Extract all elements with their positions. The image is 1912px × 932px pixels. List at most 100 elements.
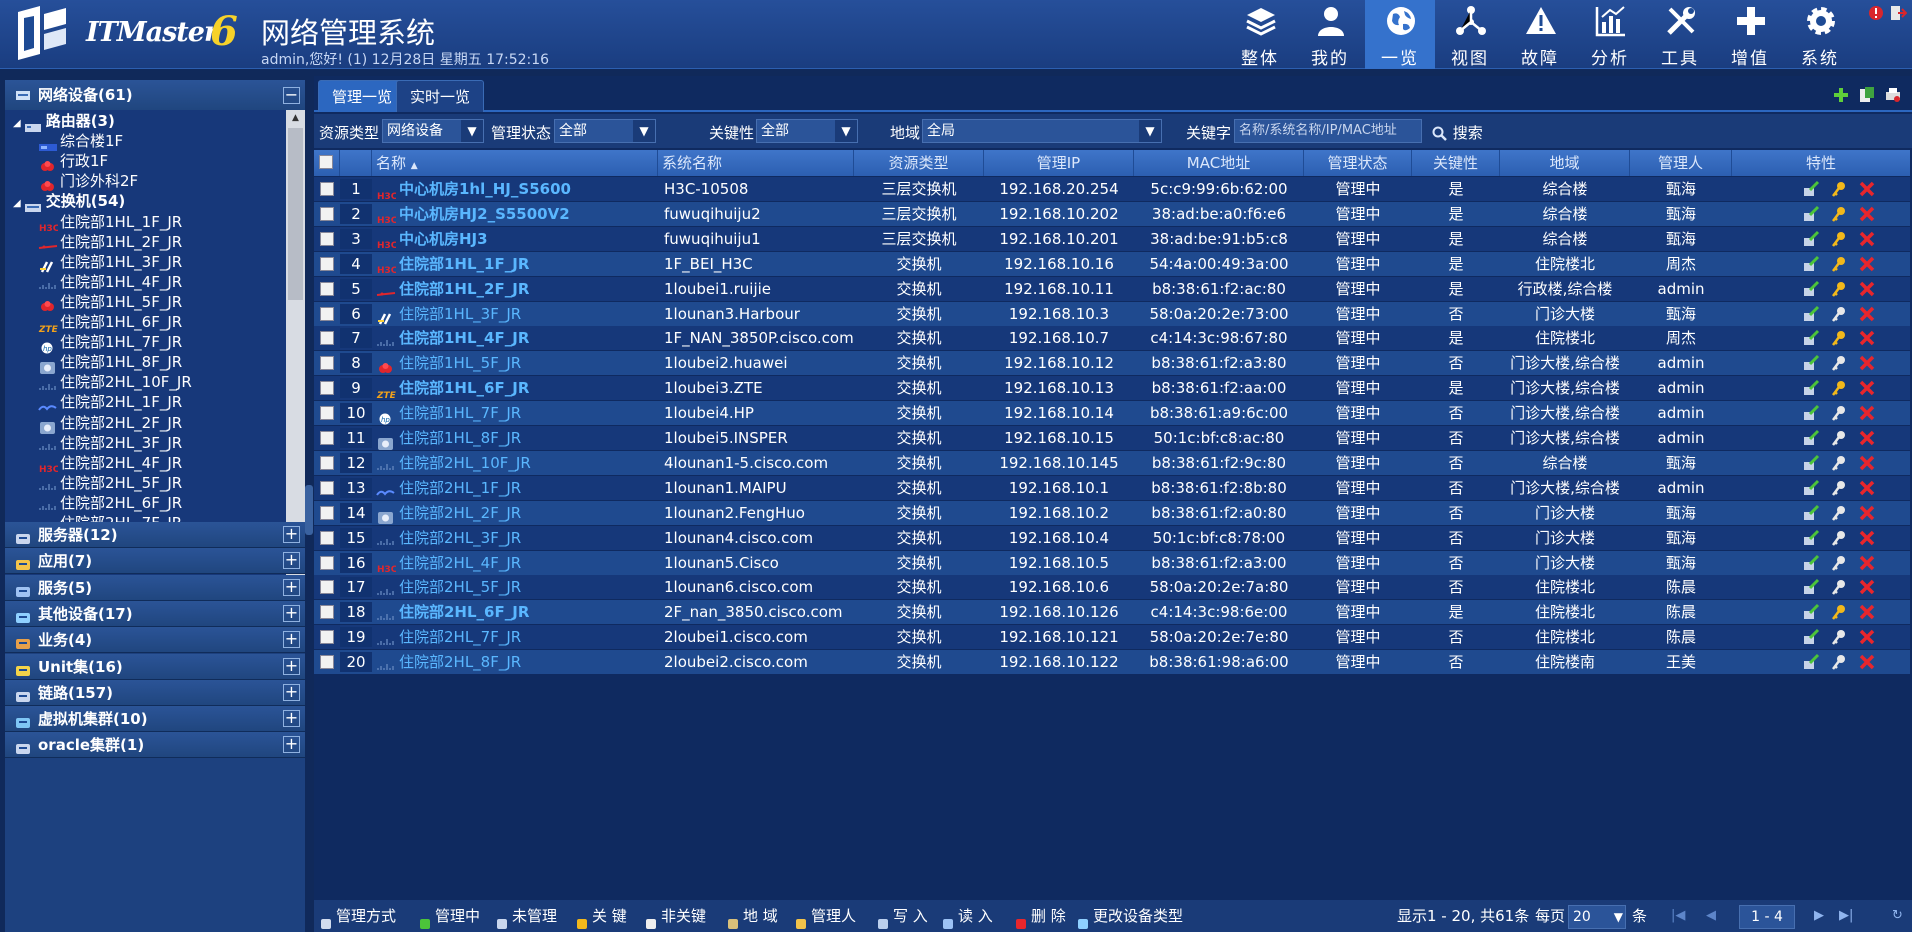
prev-page-icon[interactable]: ◀ [1706,900,1716,932]
per-page-select[interactable]: 20 ▼ [1568,905,1626,929]
key-icon[interactable] [1830,653,1848,671]
sidebar-section[interactable]: 链路(157) + [5,679,305,706]
row-checkbox[interactable] [320,431,334,445]
refresh-icon[interactable]: ↻ [1892,900,1903,932]
search-button[interactable]: 搜索 [1432,122,1483,143]
row-checkbox[interactable] [320,231,334,246]
table-row[interactable]: 12 住院部2HL_10F_JR 4lounan1-5.cisco.com 交换机 19… [314,450,1910,475]
table-row[interactable]: 5 住院部1HL_2F_JR 1loubei1.ruijie 交换机 192.168.1… [314,276,1910,301]
key-icon[interactable] [1830,603,1848,621]
toolbar-button[interactable]: 未管理 [495,900,557,932]
col-name[interactable]: 名称 ▲ [372,150,658,176]
device-name-link[interactable]: 中心机房HJ2_S5500V2 [399,205,570,223]
select-all-checkbox[interactable] [319,155,333,169]
expand-button[interactable]: + [283,657,300,675]
expand-triangle-icon[interactable]: ◢ [13,198,21,209]
table-row[interactable]: 3 H3C 中心机房HJ3 fuwuqihuiju1 三层交换机 192.168.10.2… [314,226,1910,251]
device-name-link[interactable]: 住院部2HL_6F_JR [399,603,529,621]
delete-icon[interactable] [1858,628,1876,646]
col-mac[interactable]: MAC地址 [1134,150,1304,176]
tab-manage-list[interactable]: 管理一览 [318,80,407,112]
key-icon[interactable] [1830,230,1848,248]
critical-select[interactable]: 全部 ▼ [756,119,858,143]
expand-button[interactable]: + [283,604,300,622]
delete-icon[interactable] [1858,379,1876,397]
device-name-link[interactable]: 住院部2HL_7F_JR [399,628,521,646]
delete-icon[interactable] [1858,255,1876,273]
key-icon[interactable] [1830,554,1848,572]
expand-button[interactable]: + [283,631,300,649]
table-row[interactable]: 10 hp 住院部1HL_7F_JR 1loubei4.HP 交换机 192.168.10… [314,401,1910,426]
export-icon[interactable] [1858,86,1876,104]
expand-button[interactable]: + [283,683,300,701]
table-row[interactable]: 4 H3C 住院部1HL_1F_JR 1F_BEI_H3C 交换机 192.168.10.… [314,251,1910,276]
table-row[interactable]: 18 住院部2HL_6F_JR 2F_nan_3850.cisco.com 交换机 19… [314,600,1910,625]
device-name-link[interactable]: 住院部2HL_1F_JR [399,479,521,497]
col-critical[interactable]: 关键性 [1412,150,1500,176]
manage-state-select[interactable]: 全部 ▼ [554,119,656,143]
delete-icon[interactable] [1858,205,1876,223]
delete-icon[interactable] [1858,429,1876,447]
delete-icon[interactable] [1858,354,1876,372]
nav-list[interactable]: 一览 [1365,0,1435,69]
sidebar-section[interactable]: 业务(4) + [5,627,305,654]
col-sys-name[interactable]: 系统名称 [658,150,854,176]
row-checkbox[interactable] [320,306,334,321]
row-checkbox[interactable] [320,630,334,645]
table-row[interactable]: 19 住院部2HL_7F_JR 2loubei1.cisco.com 交换机 192.1… [314,625,1910,650]
edit-icon[interactable] [1802,578,1820,596]
table-row[interactable]: 6 住院部1HL_3F_JR 1lounan3.Harbour 交换机 192.168.… [314,301,1910,326]
device-name-link[interactable]: 住院部1HL_1F_JR [399,255,529,273]
delete-icon[interactable] [1858,554,1876,572]
row-checkbox[interactable] [320,655,334,670]
edit-icon[interactable] [1802,404,1820,422]
delete-icon[interactable] [1858,280,1876,298]
delete-icon[interactable] [1858,603,1876,621]
edit-icon[interactable] [1802,554,1820,572]
delete-icon[interactable] [1858,504,1876,522]
row-checkbox[interactable] [320,331,334,346]
sidebar-section[interactable]: 应用(7) + [5,548,305,575]
expand-triangle-icon[interactable]: ◢ [13,118,21,129]
sidebar-section-network[interactable]: 网络设备(61) − [5,80,305,111]
resource-type-select[interactable]: 网络设备 ▼ [382,119,484,143]
toolbar-button[interactable]: 非关键 [644,900,706,932]
toolbar-button[interactable]: 关 键 [575,900,627,932]
device-name-link[interactable]: 住院部1HL_5F_JR [399,354,521,372]
tab-realtime-list[interactable]: 实时一览 [396,80,485,112]
sidebar-section[interactable]: Unit集(16) + [5,653,305,680]
row-checkbox[interactable] [320,182,334,196]
edit-icon[interactable] [1802,653,1820,671]
table-row[interactable]: 14 住院部2HL_2F_JR 1lounan2.FengHuo 交换机 192.168… [314,500,1910,525]
first-page-icon[interactable]: |◀ [1671,900,1685,932]
device-name-link[interactable]: 住院部2HL_5F_JR [399,578,521,596]
col-ip[interactable]: 管理IP [984,150,1134,176]
device-name-link[interactable]: 住院部1HL_8F_JR [399,429,521,447]
device-name-link[interactable]: 住院部2HL_4F_JR [399,554,521,572]
row-checkbox[interactable] [320,281,334,296]
delete-icon[interactable] [1858,404,1876,422]
key-icon[interactable] [1830,379,1848,397]
edit-icon[interactable] [1802,180,1820,198]
delete-icon[interactable] [1858,479,1876,497]
table-row[interactable]: 13 住院部2HL_1F_JR 1lounan1.MAIPU 交换机 192.168.1… [314,475,1910,500]
row-checkbox[interactable] [320,530,334,545]
key-icon[interactable] [1830,529,1848,547]
toolbar-button[interactable]: 写 入 [876,900,928,932]
table-row[interactable]: 15 住院部2HL_3F_JR 1lounan4.cisco.com 交换机 192.1… [314,525,1910,550]
edit-icon[interactable] [1802,280,1820,298]
table-row[interactable]: 20 住院部2HL_8F_JR 2loubei2.cisco.com 交换机 192.1… [314,650,1910,675]
col-resource-type[interactable]: 资源类型 [854,150,984,176]
table-row[interactable]: 17 住院部2HL_5F_JR 1lounan6.cisco.com 交换机 192.1… [314,575,1910,600]
page-input[interactable]: 1 - 4 [1739,905,1795,929]
key-icon[interactable] [1830,429,1848,447]
row-checkbox[interactable] [320,256,334,271]
expand-button[interactable]: + [283,578,300,596]
sidebar-section[interactable]: 服务(5) + [5,574,305,601]
edit-icon[interactable] [1802,529,1820,547]
table-row[interactable]: 11 住院部1HL_8F_JR 1loubei5.INSPER 交换机 192.168.… [314,426,1910,450]
col-features[interactable]: 特性 [1732,150,1910,176]
alarm-icon[interactable] [1867,4,1885,22]
table-row[interactable]: 9 ZTE 住院部1HL_6F_JR 1loubei3.ZTE 交换机 192.168.1… [314,376,1910,401]
sidebar-section[interactable]: 服务器(12) + [5,522,305,548]
